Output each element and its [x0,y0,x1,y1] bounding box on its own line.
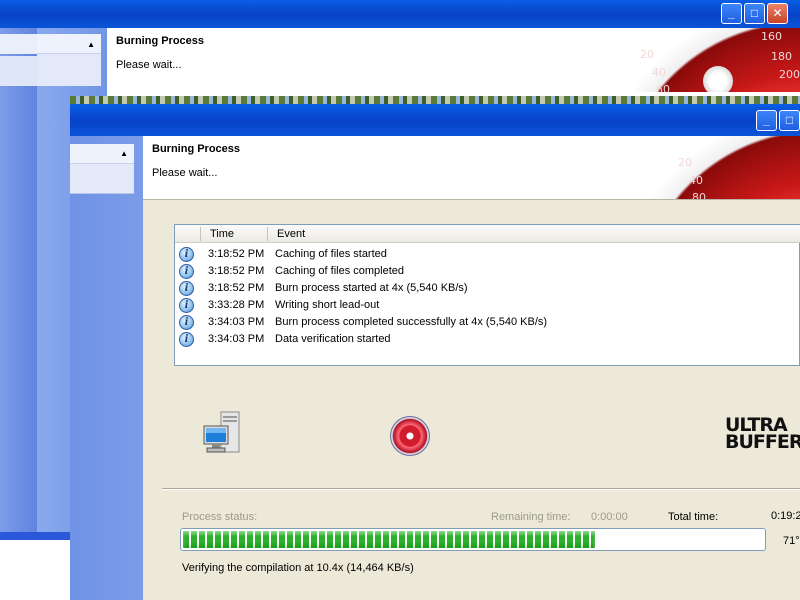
log-time: 3:33:28 PM [208,299,265,311]
gauge-number: 80 [692,191,706,200]
minimize-icon: _ [728,6,735,20]
info-icon: i [179,247,194,262]
minimize-button[interactable]: _ [721,3,742,24]
maximize-button[interactable]: □ [744,3,765,24]
progress-bar [180,528,766,551]
info-icon: i [179,298,194,313]
log-row[interactable]: i 3:34:03 PM Burn process completed succ… [175,314,800,331]
log-row[interactable]: i 3:18:52 PM Burn process started at 4x … [175,280,800,297]
gauge-number: 60 [656,83,670,92]
maximize-button[interactable]: □ [779,110,800,131]
log-time: 3:18:52 PM [208,265,265,277]
left-task-pane: ▲ ▶ [70,136,158,600]
back-window-bottom-edge [0,532,70,540]
info-icon: i [179,332,194,347]
divider [162,488,800,490]
back-panel-header[interactable]: ▲ [37,34,101,54]
gauge-number: 180 [771,50,792,63]
close-icon: ✕ [772,6,783,20]
process-status-label: Process status: [182,511,258,523]
minimize-button[interactable]: _ [756,110,777,131]
back-titlebar[interactable]: _ □ ✕ [0,0,800,28]
back-header-subtitle: Please wait... [116,59,182,71]
log-row[interactable]: i 3:18:52 PM Caching of files completed [175,263,800,280]
log-time: 3:34:03 PM [208,316,265,328]
back-header-banner: Burning Process Please wait... 160 180 2… [107,28,800,92]
remaining-time-value: 0:00:00 [591,511,628,523]
column-separator [267,227,268,241]
gauge-number: 20 [678,156,692,169]
progress-fill [183,531,595,548]
disc-icon [390,416,430,456]
remaining-time-label: Remaining time: [491,511,571,523]
gauge-number: 40 [652,66,666,79]
computer-icon [203,411,240,453]
gauge-number: 40 [689,174,703,187]
collapse-arrow-icon[interactable]: ▲ [120,149,128,158]
column-header-event[interactable]: Event [277,228,305,240]
minimize-icon: _ [763,113,770,127]
dialog-body: Time Event i 3:18:52 PM Caching of files… [143,200,800,600]
log-time: 3:34:03 PM [208,333,265,345]
log-time: 3:18:52 PM [208,248,265,260]
info-icon: i [179,264,194,279]
info-icon: i [179,315,194,330]
front-titlebar[interactable]: _ □ [70,104,800,136]
speedometer-knob [703,66,733,92]
maximize-icon: □ [785,113,794,127]
back-left-pane [0,28,37,532]
log-row[interactable]: i 3:18:52 PM Caching of files started [175,246,800,263]
maximize-icon: □ [750,6,759,20]
column-separator [200,227,201,241]
log-row[interactable]: i 3:34:03 PM Data verification started [175,331,800,348]
log-time: 3:18:52 PM [208,282,265,294]
page-subtitle: Please wait... [152,167,218,179]
page-title: Burning Process [152,143,241,155]
gauge-number: 20 [640,48,654,61]
gauge-number: 160 [761,30,782,43]
logo-line-2: BUFFER [725,431,800,453]
column-header-time[interactable]: Time [210,228,234,240]
status-message: Verifying the compilation at 10.4x (14,4… [182,562,414,574]
close-button[interactable]: ✕ [767,3,788,24]
log-event: Burn process started at 4x (5,540 KB/s) [275,282,468,294]
log-header-row: Time Event [175,225,800,243]
log-row[interactable]: i 3:33:28 PM Writing short lead-out [175,297,800,314]
task-pane-header[interactable]: ▲ [70,144,134,164]
back-header-title: Burning Process [116,35,205,47]
log-event: Caching of files completed [275,265,405,277]
total-time-value: 0:19:2 [771,510,800,522]
log-event: Burn process completed successfully at 4… [275,316,548,328]
info-icon: i [179,281,194,296]
back-left-strip [0,34,37,54]
log-event: Caching of files started [275,248,387,260]
log-event: Data verification started [275,333,391,345]
event-log-list[interactable]: Time Event i 3:18:52 PM Caching of files… [174,224,800,366]
gauge-number: 200 [779,68,800,81]
back-left-strip-body [0,56,37,86]
ultrabuffer-logo: ULTRA BUFFER [725,417,800,457]
header-banner: Burning Process Please wait... 20 40 60 … [143,136,800,200]
collapse-arrow-icon[interactable]: ▲ [87,40,95,49]
log-event: Writing short lead-out [275,299,380,311]
task-pane-body [70,164,134,194]
total-time-label: Total time: [668,511,719,523]
burning-process-window: _ □ ▲ ▶ Burning Process Please wait... 2… [70,104,800,600]
progress-percent: 71° [783,535,800,547]
back-panel-body [37,54,101,86]
